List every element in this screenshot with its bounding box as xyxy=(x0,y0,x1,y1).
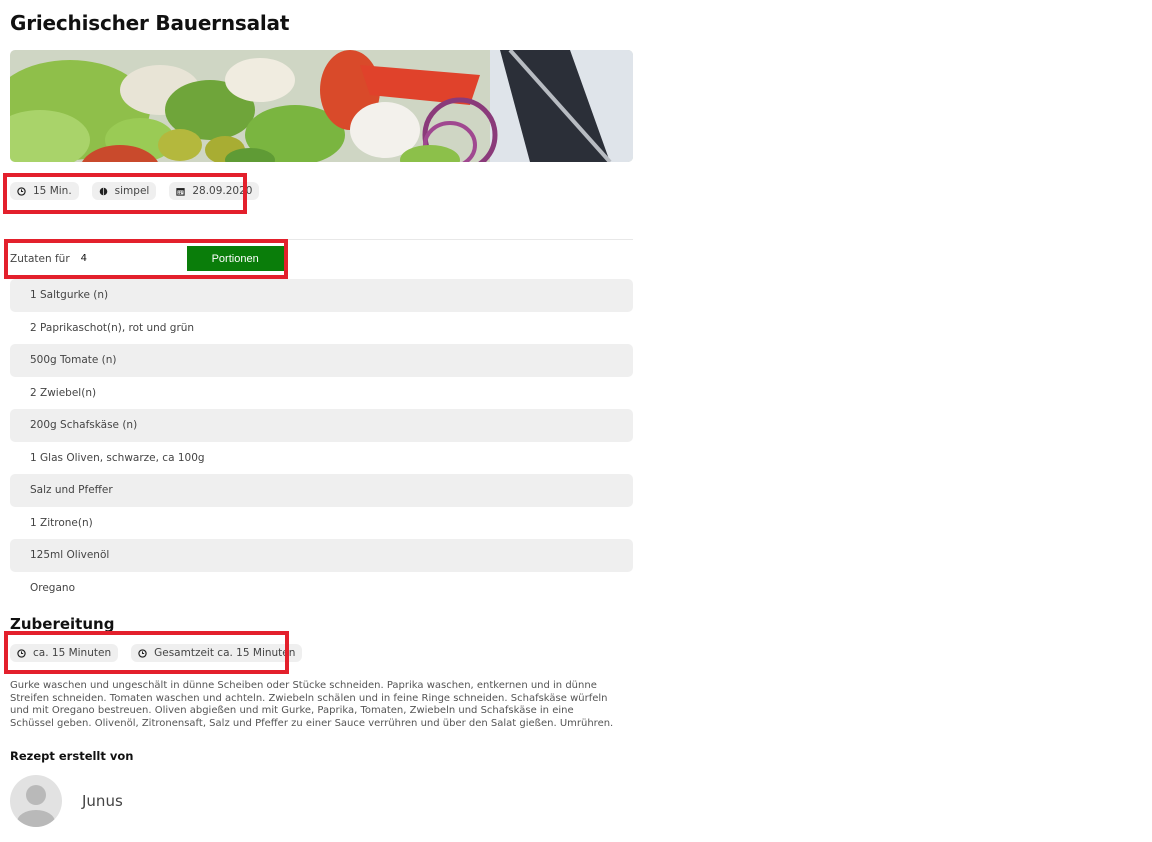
preparation-text: Gurke waschen und ungeschält in dünne Sc… xyxy=(10,680,614,729)
preparation-title: Zubereitung xyxy=(10,615,115,633)
ingredient-item: 1 Saltgurke (n) xyxy=(10,279,633,312)
difficulty-badge: simpel xyxy=(91,182,157,200)
duration-badge: 15 Min. xyxy=(10,182,79,200)
ingredient-item: 125ml Olivenöl xyxy=(10,539,633,572)
ingredient-item: 2 Paprikaschot(n), rot und grün xyxy=(30,321,195,334)
ingredient-item: 2 Zwiebel(n) xyxy=(30,386,97,399)
difficulty-text: simpel xyxy=(114,185,150,197)
work-time-badge: ca. 15 Minuten xyxy=(10,644,119,662)
difficulty-icon xyxy=(99,187,107,195)
portions-button[interactable]: Portionen xyxy=(186,246,284,271)
ingredient-item: 1 Zitrone(n) xyxy=(30,516,93,529)
author-label: Rezept erstellt von xyxy=(10,749,134,763)
clock-icon xyxy=(17,186,26,196)
recipe-meta: 15 Min. simpel 28.09.2020 xyxy=(10,182,260,200)
servings-label: Zutaten für xyxy=(10,252,70,265)
ingredient-item: 500g Tomate (n) xyxy=(10,344,633,377)
ingredient-item: 200g Schafskäse (n) xyxy=(10,409,633,442)
servings-input[interactable] xyxy=(78,246,187,271)
calendar-icon xyxy=(176,187,185,196)
total-time-text: Gesamtzeit ca. 15 Minuten xyxy=(154,647,296,659)
clock-icon xyxy=(17,648,26,658)
preparation-times: ca. 15 Minuten Gesamtzeit ca. 15 Minuten xyxy=(10,644,303,662)
divider xyxy=(10,239,633,240)
ingredient-list: 1 Saltgurke (n) 2 Paprikaschot(n), rot u… xyxy=(10,279,633,604)
recipe-image xyxy=(10,50,633,162)
work-time-text: ca. 15 Minuten xyxy=(33,647,112,659)
ingredient-item: 1 Glas Oliven, schwarze, ca 100g xyxy=(30,451,205,464)
duration-text: 15 Min. xyxy=(33,185,72,197)
author-name[interactable]: Junus xyxy=(82,792,123,810)
date-text: 28.09.2020 xyxy=(192,185,253,197)
user-avatar-icon[interactable] xyxy=(10,775,62,827)
total-time-badge: Gesamtzeit ca. 15 Minuten xyxy=(131,644,303,662)
servings-control: Zutaten für Portionen xyxy=(10,246,284,271)
page-title: Griechischer Bauernsalat xyxy=(10,11,290,35)
ingredient-item: Salz und Pfeffer xyxy=(10,474,633,507)
clock-icon xyxy=(138,648,147,658)
date-badge: 28.09.2020 xyxy=(169,182,260,200)
ingredient-item: Oregano xyxy=(30,581,75,594)
